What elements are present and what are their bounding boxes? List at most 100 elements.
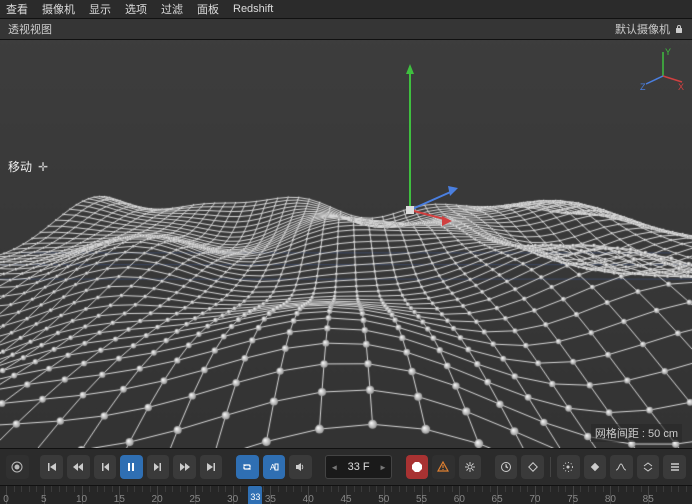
ruler-tick-minor	[172, 486, 173, 492]
record-button[interactable]	[6, 455, 29, 479]
ruler-tick-minor	[474, 486, 475, 492]
ruler-tick-minor	[369, 486, 370, 492]
expand-button[interactable]	[637, 455, 660, 479]
menu-options[interactable]: 选项	[125, 1, 147, 17]
keyframe-button[interactable]	[521, 455, 544, 479]
ruler-tick-minor	[104, 486, 105, 492]
ruler-tick-minor	[444, 486, 445, 492]
ruler-tick-minor	[391, 486, 392, 492]
ruler-tick-minor	[338, 486, 339, 492]
ruler-tick-minor	[452, 486, 453, 492]
current-frame-value: 33 F	[348, 461, 370, 473]
ruler-tick-label: 10	[76, 494, 87, 504]
menu-button[interactable]	[663, 455, 686, 479]
ruler-tick-label: 55	[416, 494, 427, 504]
loop-button[interactable]	[236, 455, 259, 479]
ruler-tick-minor	[293, 486, 294, 492]
ruler-tick-minor	[36, 486, 37, 492]
prev-key-button[interactable]	[67, 455, 90, 479]
viewport[interactable]: 移动✛ Y X Z 网格间距 : 50 cm	[0, 40, 692, 448]
ruler-tick-minor	[187, 486, 188, 492]
marker-button[interactable]	[584, 455, 607, 479]
ruler-tick-minor	[671, 486, 672, 492]
stop-render-button[interactable]	[406, 455, 429, 479]
ruler-tick-minor	[565, 486, 566, 492]
grid-spacing-label: 网格间距 : 50 cm	[591, 424, 682, 442]
timeline-ruler[interactable]: 051015202530354045505560657075808533	[0, 485, 692, 504]
ruler-tick-label: 25	[189, 494, 200, 504]
axis-z-label: Z	[640, 82, 646, 92]
ruler-tick-minor	[127, 486, 128, 492]
separator	[550, 457, 551, 477]
menu-display[interactable]: 显示	[89, 1, 111, 17]
menu-camera[interactable]: 摄像机	[42, 1, 75, 17]
menu-view[interactable]: 查看	[6, 1, 28, 17]
ruler-tick-label: 35	[265, 494, 276, 504]
ruler-tick-minor	[626, 486, 627, 492]
frame-decrement-icon[interactable]: ◄	[330, 463, 338, 472]
pivot-button[interactable]	[557, 455, 580, 479]
ruler-tick-minor	[354, 486, 355, 492]
prev-frame-button[interactable]	[94, 455, 117, 479]
ruler-tick-minor	[150, 486, 151, 492]
timeline-toolbar: A ◄ 33 F ►	[0, 448, 692, 485]
ruler-tick-minor	[51, 486, 52, 492]
ruler-tick-minor	[527, 486, 528, 492]
ruler-tick-minor	[97, 486, 98, 492]
ruler-tick-minor	[66, 486, 67, 492]
current-frame-field[interactable]: ◄ 33 F ►	[325, 455, 391, 479]
ruler-tick-minor	[542, 486, 543, 492]
menu-redshift[interactable]: Redshift	[233, 3, 273, 15]
ruler-tick-minor	[331, 486, 332, 492]
ruler-tick-minor	[406, 486, 407, 492]
sound-button[interactable]	[289, 455, 312, 479]
settings-button[interactable]	[459, 455, 482, 479]
ruler-tick-minor	[361, 486, 362, 492]
axis-orientation-widget[interactable]: Y X Z	[640, 46, 686, 92]
ruler-tick-minor	[633, 486, 634, 492]
ruler-tick-label: 0	[3, 494, 9, 504]
ruler-tick-minor	[240, 486, 241, 492]
clock-button[interactable]	[495, 455, 518, 479]
ruler-tick-label: 50	[378, 494, 389, 504]
ruler-tick-label: 5	[41, 494, 47, 504]
active-tool-label: 移动✛	[8, 158, 47, 175]
ruler-tick-minor	[595, 486, 596, 492]
ruler-tick-minor	[202, 486, 203, 492]
ruler-tick-label: 30	[227, 494, 238, 504]
next-key-button[interactable]	[173, 455, 196, 479]
lock-icon[interactable]	[674, 24, 684, 34]
ruler-tick-minor	[74, 486, 75, 492]
autokey-button[interactable]: A	[263, 455, 286, 479]
playhead[interactable]: 33	[248, 486, 262, 504]
ruler-tick-minor	[558, 486, 559, 492]
ruler-tick-minor	[59, 486, 60, 492]
ruler-tick-label: 45	[340, 494, 351, 504]
ruler-tick-minor	[210, 486, 211, 492]
viewport-header: 透视视图 默认摄像机	[0, 19, 692, 40]
camera-selector[interactable]: 默认摄像机	[615, 21, 670, 37]
mesh-canvas	[0, 40, 692, 448]
ruler-tick-minor	[323, 486, 324, 492]
menu-filter[interactable]: 过滤	[161, 1, 183, 17]
menu-panel[interactable]: 面板	[197, 1, 219, 17]
ruler-tick-label: 20	[152, 494, 163, 504]
ruler-tick-minor	[376, 486, 377, 492]
next-frame-button[interactable]	[147, 455, 170, 479]
warning-button[interactable]	[432, 455, 455, 479]
ruler-tick-minor	[663, 486, 664, 492]
ruler-tick-minor	[520, 486, 521, 492]
ruler-tick-minor	[467, 486, 468, 492]
frame-increment-icon[interactable]: ►	[379, 463, 387, 472]
fcurve-button[interactable]	[610, 455, 633, 479]
ruler-tick-minor	[437, 486, 438, 492]
ruler-tick-minor	[278, 486, 279, 492]
ruler-tick-minor	[550, 486, 551, 492]
goto-start-button[interactable]	[40, 455, 63, 479]
goto-end-button[interactable]	[200, 455, 223, 479]
ruler-tick-label: 70	[529, 494, 540, 504]
ruler-tick-minor	[301, 486, 302, 492]
ruler-tick-label: 85	[643, 494, 654, 504]
pause-button[interactable]	[120, 455, 143, 479]
ruler-tick-minor	[399, 486, 400, 492]
